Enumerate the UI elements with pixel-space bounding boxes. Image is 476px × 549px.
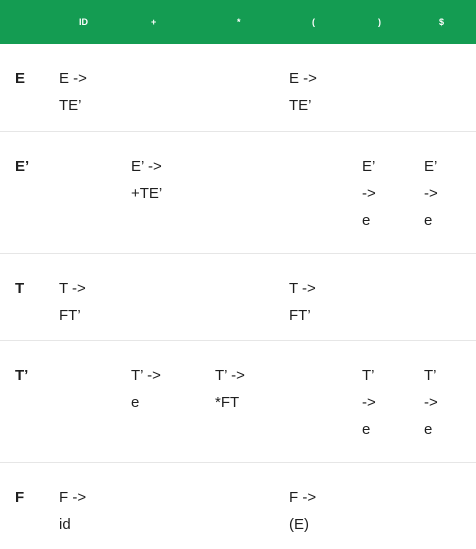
header-col-lparen: (	[312, 17, 315, 27]
header-col-plus: +	[151, 17, 157, 27]
production-cell	[116, 253, 199, 340]
production-cell	[199, 462, 277, 549]
production-cell	[199, 131, 277, 253]
production-cell: T’ -> e	[351, 340, 413, 462]
production-text: FT’	[59, 306, 81, 324]
production-text: *FT	[215, 393, 240, 411]
production-cell	[199, 253, 277, 340]
table-row: F F -> id F -> (E)	[0, 462, 476, 549]
production-cell: F -> id	[44, 462, 116, 549]
production-text: FT’	[289, 306, 311, 324]
production-cell	[44, 340, 116, 462]
nonterminal-cell: E’	[15, 157, 30, 175]
table-row: E E -> TE’ E -> TE’	[0, 44, 476, 131]
production-cell: E -> TE’	[277, 44, 351, 131]
parsing-table: ID + * ( ) $ EE -> TE’ E -> TE’ E’ E’ -> +TE’ E…	[0, 0, 476, 549]
production-cell: T -> FT’	[44, 253, 116, 340]
production-cell	[116, 44, 199, 131]
production-cell	[116, 462, 199, 549]
production-text: e	[424, 211, 433, 229]
nonterminal-cell: T’	[15, 366, 29, 384]
production-text: +TE’	[131, 184, 163, 202]
production-cell: E’ -> e	[413, 131, 476, 253]
production-cell: F -> (E)	[277, 462, 351, 549]
production-cell	[351, 253, 413, 340]
nonterminal-cell: F	[15, 488, 25, 506]
production-text: id	[59, 515, 71, 533]
production-cell: E -> TE’	[44, 44, 116, 131]
header-corner	[0, 0, 44, 44]
production-cell: T’ -> e	[413, 340, 476, 462]
production-cell: T’ -> *FT	[199, 340, 277, 462]
production-cell	[413, 253, 476, 340]
production-cell: E’ -> +TE’	[116, 131, 199, 253]
nonterminal-cell: E	[15, 70, 26, 87]
production-text: TE’	[59, 97, 82, 114]
table-header: ID + * ( ) $	[0, 0, 476, 44]
production-cell	[351, 44, 413, 131]
header-col-star: *	[237, 17, 241, 27]
header-row: ID + * ( ) $	[0, 0, 476, 44]
production-cell: E’ -> e	[351, 131, 413, 253]
header-col-rparen: )	[378, 17, 381, 27]
production-cell	[199, 44, 277, 131]
table-row: T’ T’ -> e T’ -> *FT T’ -> e T’ -> e	[0, 340, 476, 462]
table-row: E’ E’ -> +TE’ E’ -> e E’ -> e	[0, 131, 476, 253]
production-cell	[413, 462, 476, 549]
production-text: e	[424, 420, 433, 438]
table-row: T T -> FT’ T -> FT’	[0, 253, 476, 340]
production-cell	[44, 131, 116, 253]
production-cell	[277, 131, 351, 253]
production-cell	[277, 340, 351, 462]
header-col-dollar: $	[439, 17, 445, 27]
header-col-id: ID	[79, 17, 88, 27]
production-text: (E)	[289, 515, 309, 533]
production-cell: T -> FT’	[277, 253, 351, 340]
table-body: E E -> TE’ E -> TE’ E’ E’ -> +TE’ E’ -> e E’ -> e T T -…	[0, 44, 476, 549]
production-text: e	[362, 211, 371, 229]
production-cell: T’ -> e	[116, 340, 199, 462]
production-text: e	[362, 420, 371, 438]
production-cell	[413, 44, 476, 131]
nonterminal-cell: T	[15, 279, 25, 297]
production-cell	[351, 462, 413, 549]
production-text: TE’	[289, 97, 312, 114]
